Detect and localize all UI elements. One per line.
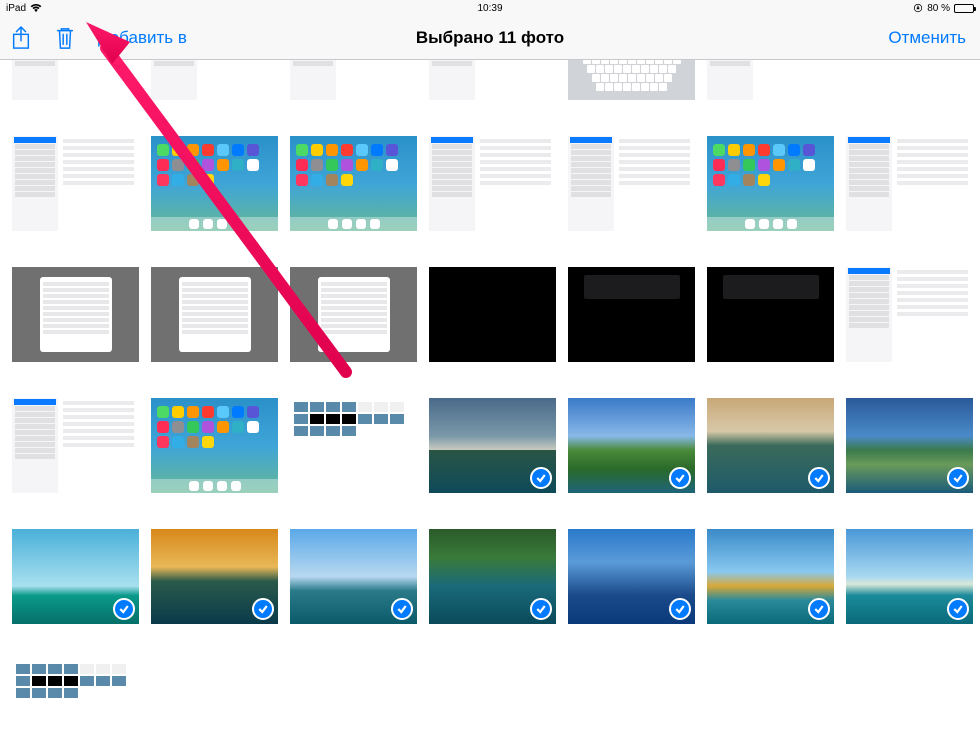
photo-thumbnail[interactable]	[12, 136, 139, 231]
photo-thumbnail[interactable]	[12, 398, 139, 493]
status-time: 10:39	[477, 3, 502, 14]
photo-row	[12, 660, 968, 710]
photo-row	[12, 398, 968, 493]
selection-check-icon	[947, 467, 969, 489]
selection-check-icon	[669, 598, 691, 620]
photo-thumbnail[interactable]	[290, 529, 417, 624]
photo-thumbnail[interactable]	[568, 136, 695, 231]
cancel-button[interactable]: Отменить	[888, 28, 966, 47]
photo-thumbnail[interactable]	[12, 660, 139, 710]
photo-row	[12, 60, 968, 100]
photo-thumbnail[interactable]	[290, 398, 417, 493]
photo-thumbnail[interactable]	[151, 60, 278, 100]
rotation-lock-icon	[913, 3, 923, 13]
photo-thumbnail[interactable]	[290, 267, 417, 362]
photo-thumbnail[interactable]	[429, 136, 556, 231]
share-icon[interactable]	[10, 25, 32, 51]
photo-thumbnail[interactable]	[151, 529, 278, 624]
selection-check-icon	[252, 598, 274, 620]
selection-check-icon	[947, 598, 969, 620]
photo-thumbnail[interactable]	[151, 267, 278, 362]
photo-thumbnail[interactable]	[568, 267, 695, 362]
photo-row	[12, 529, 968, 624]
photo-thumbnail[interactable]	[568, 398, 695, 493]
photo-thumbnail[interactable]	[707, 398, 834, 493]
photo-thumbnail[interactable]	[707, 529, 834, 624]
photo-row	[12, 267, 968, 362]
photo-thumbnail[interactable]	[846, 136, 973, 231]
photo-thumbnail[interactable]	[12, 60, 139, 100]
battery-icon	[954, 4, 974, 13]
photo-thumbnail[interactable]	[568, 60, 695, 100]
nav-bar: Добавить в Выбрано 11 фото Отменить	[0, 16, 980, 60]
photo-thumbnail[interactable]	[429, 267, 556, 362]
wifi-icon	[30, 4, 42, 13]
selection-check-icon	[808, 467, 830, 489]
photo-thumbnail[interactable]	[429, 398, 556, 493]
photo-thumbnail[interactable]	[151, 398, 278, 493]
selection-check-icon	[530, 467, 552, 489]
battery-pct: 80 %	[927, 3, 950, 14]
photo-thumbnail[interactable]	[12, 529, 139, 624]
trash-icon[interactable]	[54, 25, 76, 51]
photo-thumbnail[interactable]	[429, 529, 556, 624]
photo-thumbnail[interactable]	[151, 136, 278, 231]
photo-thumbnail[interactable]	[12, 267, 139, 362]
photo-thumbnail[interactable]	[846, 267, 973, 362]
photo-thumbnail[interactable]	[568, 529, 695, 624]
photo-grid	[0, 60, 980, 710]
photo-thumbnail[interactable]	[707, 267, 834, 362]
selection-check-icon	[391, 598, 413, 620]
photo-thumbnail[interactable]	[707, 136, 834, 231]
status-bar: iPad 10:39 80 %	[0, 0, 980, 16]
device-label: iPad	[6, 3, 26, 14]
photo-thumbnail[interactable]	[707, 60, 834, 100]
photo-thumbnail[interactable]	[846, 529, 973, 624]
add-to-button[interactable]: Добавить в	[98, 28, 187, 48]
selection-check-icon	[669, 467, 691, 489]
selection-check-icon	[530, 598, 552, 620]
nav-title: Выбрано 11 фото	[416, 28, 564, 48]
selection-check-icon	[113, 598, 135, 620]
photo-thumbnail[interactable]	[429, 60, 556, 100]
photo-thumbnail[interactable]	[290, 60, 417, 100]
photo-thumbnail[interactable]	[846, 398, 973, 493]
photo-thumbnail[interactable]	[290, 136, 417, 231]
photo-row	[12, 136, 968, 231]
selection-check-icon	[808, 598, 830, 620]
